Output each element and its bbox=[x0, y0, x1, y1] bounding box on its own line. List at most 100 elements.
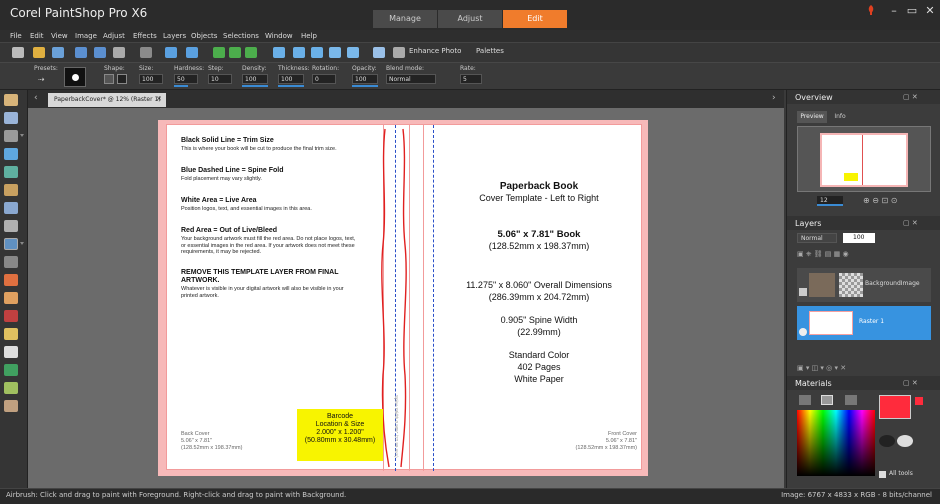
new-file-icon[interactable] bbox=[12, 47, 24, 58]
full-edit-icon[interactable] bbox=[311, 47, 323, 58]
hardness-slider[interactable] bbox=[174, 85, 188, 87]
layer-item-selected[interactable]: Raster 1 bbox=[797, 306, 931, 340]
overview-tab-preview[interactable]: Preview bbox=[797, 111, 827, 123]
email-icon[interactable] bbox=[140, 47, 152, 58]
menu-effects[interactable]: Effects bbox=[133, 30, 157, 42]
opacity-slider[interactable] bbox=[352, 85, 378, 87]
swatches-icon[interactable] bbox=[845, 395, 857, 405]
pan-tool-icon[interactable] bbox=[4, 94, 18, 106]
menu-help[interactable]: Help bbox=[301, 30, 317, 42]
minimize-button[interactable]: – bbox=[886, 4, 902, 18]
step-field[interactable]: 10 bbox=[208, 74, 232, 84]
menu-selections[interactable]: Selections bbox=[223, 30, 259, 42]
layer-visibility-icon[interactable] bbox=[799, 288, 807, 296]
enhance-photo-menu[interactable]: Enhance Photo bbox=[409, 47, 461, 55]
restore-button[interactable]: ▭ bbox=[904, 4, 920, 18]
canvas-area[interactable]: Black Solid Line = Trim Size This is whe… bbox=[28, 108, 784, 488]
selection-flyout-icon[interactable] bbox=[20, 134, 24, 138]
scan-icon[interactable] bbox=[52, 47, 64, 58]
close-button[interactable]: ✕ bbox=[922, 4, 938, 18]
menu-layers[interactable]: Layers bbox=[163, 30, 186, 42]
layer-item[interactable]: BackgroundImage bbox=[797, 268, 931, 302]
bg-texture-icon[interactable] bbox=[897, 435, 913, 447]
airbrush-tool-icon[interactable] bbox=[4, 238, 18, 250]
rotation-field[interactable]: 0 bbox=[312, 74, 336, 84]
fill-tool-icon[interactable] bbox=[4, 328, 18, 340]
rainbow-palette-icon[interactable] bbox=[821, 395, 833, 405]
refresh-icon[interactable] bbox=[213, 47, 225, 58]
layers-panel-controls[interactable]: ▢ ✕ bbox=[903, 219, 918, 227]
layer-tools-row[interactable]: ▣ ⎈ ⛓ ▤ ▦ ◉ bbox=[797, 250, 931, 262]
layer-opacity-field[interactable]: 100 bbox=[843, 233, 875, 243]
document-tab[interactable]: PaperbackCover* @ 12% (Raster 1) bbox=[48, 93, 166, 107]
size-field[interactable]: 100 bbox=[139, 74, 163, 84]
fit-window-icon[interactable] bbox=[273, 47, 285, 58]
shape-square-icon[interactable] bbox=[117, 74, 127, 84]
brush-tool-icon[interactable] bbox=[4, 274, 18, 286]
thickness-slider[interactable] bbox=[278, 85, 304, 87]
selection-tool-icon[interactable] bbox=[4, 130, 18, 142]
preset-brush-icon[interactable]: ⇢ bbox=[38, 75, 54, 87]
text-tool-icon[interactable] bbox=[4, 346, 18, 358]
menu-view[interactable]: View bbox=[51, 30, 68, 42]
warp-tool-icon[interactable] bbox=[4, 400, 18, 412]
mini-fg-swatch[interactable] bbox=[915, 397, 923, 405]
dropper-tool-icon[interactable] bbox=[4, 148, 18, 160]
tab-edit[interactable]: Edit bbox=[503, 10, 567, 28]
canvas-icon[interactable] bbox=[393, 47, 405, 58]
layer-eye-icon[interactable] bbox=[799, 328, 807, 336]
thickness-field[interactable]: 100 bbox=[278, 74, 304, 84]
zoom-in-icon[interactable] bbox=[329, 47, 341, 58]
overview-tab-info[interactable]: Info bbox=[829, 111, 851, 123]
all-tools-checkbox[interactable] bbox=[879, 471, 886, 478]
makeover-tool-icon[interactable] bbox=[4, 220, 18, 232]
materials-panel-controls[interactable]: ▢ ✕ bbox=[903, 379, 918, 387]
pen-tool-icon[interactable] bbox=[4, 382, 18, 394]
tab-close-icon[interactable]: ✕ bbox=[156, 95, 162, 103]
menu-edit[interactable]: Edit bbox=[30, 30, 44, 42]
palettes-menu[interactable]: Palettes bbox=[476, 47, 504, 55]
rate-field[interactable]: 5 bbox=[460, 74, 482, 84]
pick-tool-icon[interactable] bbox=[4, 112, 18, 124]
blend-mode-select[interactable]: Normal bbox=[386, 74, 436, 84]
red-eye-tool-icon[interactable] bbox=[4, 202, 18, 214]
density-slider[interactable] bbox=[242, 85, 268, 87]
resize-icon[interactable] bbox=[373, 47, 385, 58]
save-as-icon[interactable] bbox=[94, 47, 106, 58]
lighten-tool-icon[interactable] bbox=[4, 256, 18, 268]
fg-texture-icon[interactable] bbox=[879, 435, 895, 447]
tab-scroll-left-icon[interactable]: ‹ bbox=[34, 93, 38, 103]
fullscreen-icon[interactable] bbox=[293, 47, 305, 58]
frame-palette-icon[interactable] bbox=[799, 395, 811, 405]
menu-adjust[interactable]: Adjust bbox=[103, 30, 125, 42]
overview-zoom-field[interactable]: 12 bbox=[817, 196, 843, 206]
menu-file[interactable]: File bbox=[10, 30, 22, 42]
tab-adjust[interactable]: Adjust bbox=[438, 10, 502, 28]
menu-image[interactable]: Image bbox=[75, 30, 97, 42]
tab-scroll-right-icon[interactable]: › bbox=[772, 93, 776, 103]
overview-panel-controls[interactable]: ▢ ✕ bbox=[903, 93, 918, 101]
print-icon[interactable] bbox=[113, 47, 125, 58]
redo-icon[interactable] bbox=[186, 47, 198, 58]
brush-preview[interactable] bbox=[64, 67, 86, 87]
undo-icon[interactable] bbox=[165, 47, 177, 58]
save-icon[interactable] bbox=[75, 47, 87, 58]
menu-objects[interactable]: Objects bbox=[191, 30, 217, 42]
density-field[interactable]: 100 bbox=[242, 74, 268, 84]
eraser-tool-icon[interactable] bbox=[4, 292, 18, 304]
straighten-tool-icon[interactable] bbox=[4, 184, 18, 196]
airbrush-flyout-icon[interactable] bbox=[20, 242, 24, 246]
zoom-out-icon[interactable] bbox=[347, 47, 359, 58]
foreground-color-swatch[interactable] bbox=[879, 395, 911, 419]
straighten-icon[interactable] bbox=[245, 47, 257, 58]
shape-tool-icon[interactable] bbox=[4, 364, 18, 376]
layer-bottom-controls[interactable]: ▣ ▾ ◫ ▾ ◎ ▾ ✕ bbox=[797, 364, 931, 376]
menu-window[interactable]: Window bbox=[265, 30, 293, 42]
crop-icon[interactable] bbox=[229, 47, 241, 58]
alert-icon[interactable] bbox=[866, 4, 876, 16]
shape-round-icon[interactable] bbox=[104, 74, 114, 84]
opacity-field[interactable]: 100 bbox=[352, 74, 378, 84]
tab-manage[interactable]: Manage bbox=[373, 10, 437, 28]
layer-blend-select[interactable]: Normal bbox=[797, 233, 837, 243]
overview-zoom-controls[interactable]: ⊕ ⊖ ⊡ ⊙ bbox=[863, 196, 897, 205]
